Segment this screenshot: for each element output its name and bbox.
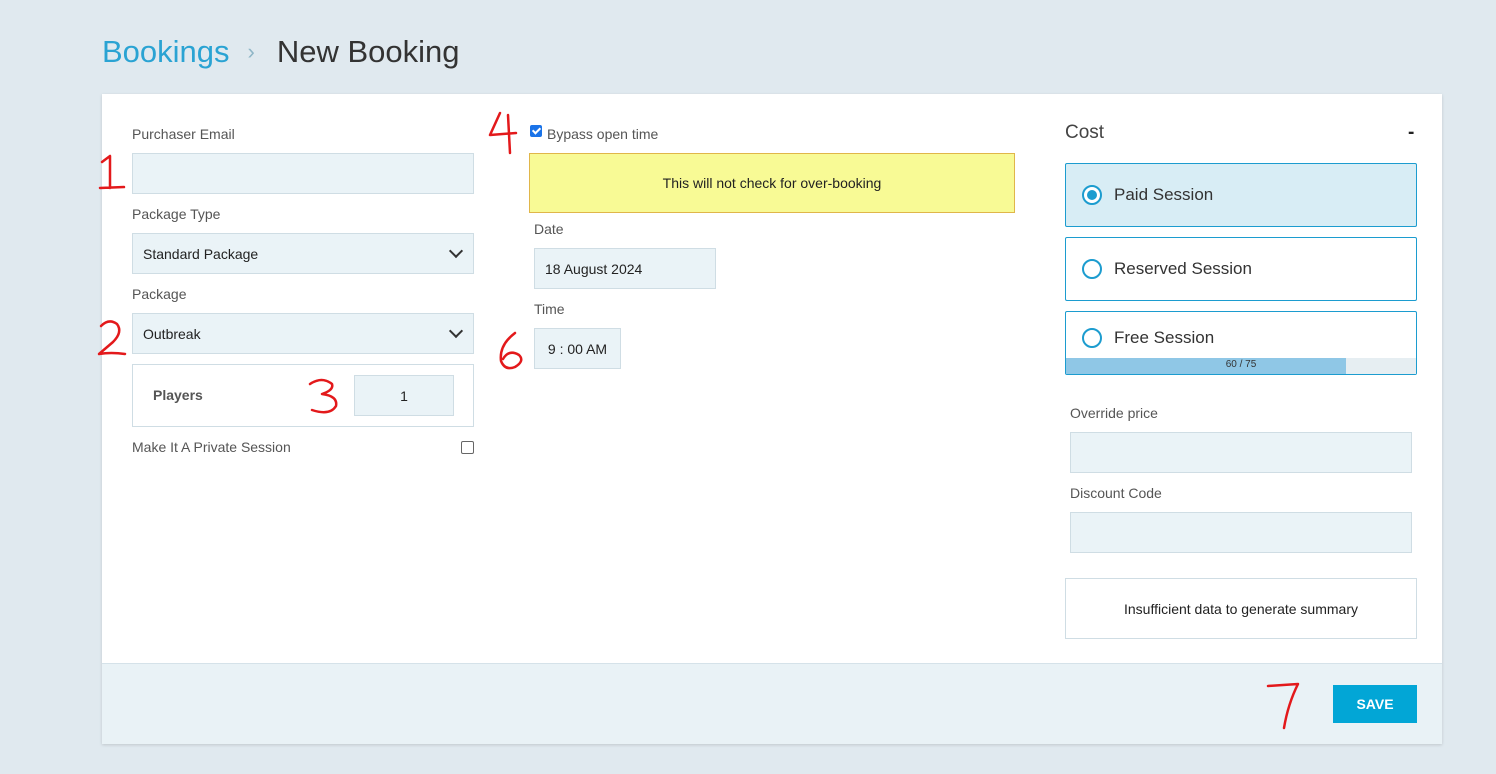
- free-session-label: Free Session: [1114, 328, 1215, 347]
- reserved-session-option[interactable]: Reserved Session: [1065, 237, 1417, 301]
- time-input[interactable]: 9 : 00 AM: [534, 328, 621, 369]
- discount-code-input[interactable]: [1070, 512, 1412, 553]
- overbooking-warning: This will not check for over-booking: [529, 153, 1015, 213]
- breadcrumb-bookings-link[interactable]: Bookings: [102, 34, 230, 70]
- package-type-label: Package Type: [132, 206, 221, 222]
- bypass-open-time-label: Bypass open time: [547, 126, 659, 142]
- date-input[interactable]: 18 August 2024: [534, 248, 716, 289]
- paid-session-option[interactable]: Paid Session: [1065, 163, 1417, 227]
- players-box: Players 1: [132, 364, 474, 427]
- chevron-right-icon: ›: [247, 39, 255, 64]
- cost-title: Cost: [1065, 122, 1105, 143]
- purchaser-email-input[interactable]: [132, 153, 474, 194]
- annotation-number-2: [97, 320, 127, 356]
- reserved-session-label: Reserved Session: [1114, 259, 1252, 278]
- players-input[interactable]: 1: [354, 375, 454, 416]
- save-button[interactable]: SAVE: [1333, 685, 1417, 723]
- package-type-value: Standard Package: [143, 245, 259, 262]
- free-session-option[interactable]: Free Session 60 / 75: [1065, 311, 1417, 375]
- page-title: New Booking: [276, 34, 460, 69]
- capacity-progress-bar: 60 / 75: [1066, 358, 1416, 374]
- chevron-down-icon: [448, 243, 464, 259]
- booking-form-card: Purchaser Email Package Type Standard Pa…: [102, 94, 1442, 744]
- package-value: Outbreak: [143, 325, 201, 342]
- chevron-down-icon: [448, 323, 464, 339]
- date-label: Date: [534, 221, 564, 237]
- time-label: Time: [534, 301, 565, 317]
- form-footer: [102, 663, 1442, 744]
- discount-code-label: Discount Code: [1070, 485, 1162, 501]
- private-session-label: Make It A Private Session: [132, 439, 291, 455]
- paid-session-label: Paid Session: [1114, 185, 1214, 204]
- bypass-open-time-checkbox[interactable]: [530, 125, 542, 137]
- package-type-select[interactable]: Standard Package: [132, 233, 474, 274]
- players-label: Players: [153, 387, 203, 403]
- package-select[interactable]: Outbreak: [132, 313, 474, 354]
- annotation-number-7: [1266, 682, 1300, 730]
- radio-selected-icon: [1082, 185, 1102, 205]
- capacity-progress-text: 60 / 75: [1225, 359, 1257, 370]
- cost-amount: -: [1408, 122, 1415, 143]
- annotation-number-3: [308, 378, 338, 414]
- override-price-label: Override price: [1070, 405, 1158, 421]
- package-label: Package: [132, 286, 187, 302]
- radio-icon: [1082, 328, 1102, 348]
- annotation-number-4: [488, 111, 518, 155]
- breadcrumb: Bookings › New Booking: [102, 34, 460, 70]
- purchaser-email-label: Purchaser Email: [132, 126, 235, 142]
- booking-summary: Insufficient data to generate summary: [1065, 578, 1417, 639]
- private-session-checkbox[interactable]: [461, 441, 474, 454]
- annotation-number-1: [98, 154, 126, 190]
- override-price-input[interactable]: [1070, 432, 1412, 473]
- radio-icon: [1082, 259, 1102, 279]
- annotation-number-6: [499, 331, 523, 370]
